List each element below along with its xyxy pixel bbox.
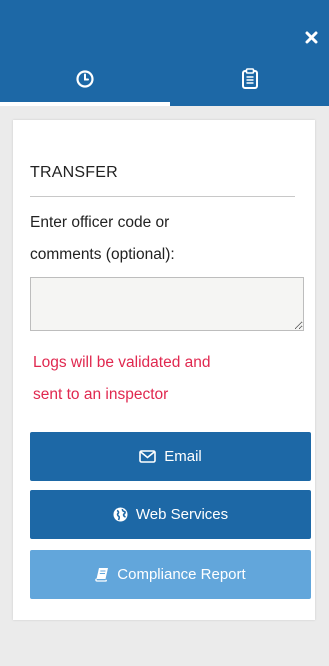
instruction-text-line1: Enter officer code or [30, 214, 170, 231]
clock-icon [76, 70, 94, 88]
email-button-label: Email [164, 448, 202, 465]
clipboard-icon [241, 68, 258, 89]
close-button[interactable] [300, 26, 322, 48]
instruction-text-line2: comments (optional): [30, 246, 175, 263]
app-header [0, 0, 329, 106]
envelope-icon [139, 450, 157, 463]
tab-history[interactable] [0, 56, 170, 102]
web-services-button[interactable]: Web Services [30, 490, 311, 539]
officer-code-input[interactable] [30, 277, 304, 331]
divider [30, 196, 295, 197]
close-icon [305, 31, 317, 43]
compliance-report-button-label: Compliance Report [117, 566, 246, 583]
active-tab-indicator [0, 102, 170, 106]
compliance-report-button[interactable]: Compliance Report [30, 550, 311, 599]
tab-track [170, 102, 329, 106]
book-icon [95, 568, 109, 582]
transfer-panel: TRANSFER Enter officer code or comments … [13, 120, 315, 620]
globe-icon [113, 507, 128, 522]
section-title: TRANSFER [30, 164, 118, 181]
web-services-button-label: Web Services [135, 506, 229, 523]
email-button[interactable]: Email [30, 432, 311, 481]
tab-logs[interactable] [170, 56, 329, 102]
validation-warning-line1: Logs will be validated and [33, 354, 211, 371]
validation-warning-line2: sent to an inspector [33, 386, 169, 403]
